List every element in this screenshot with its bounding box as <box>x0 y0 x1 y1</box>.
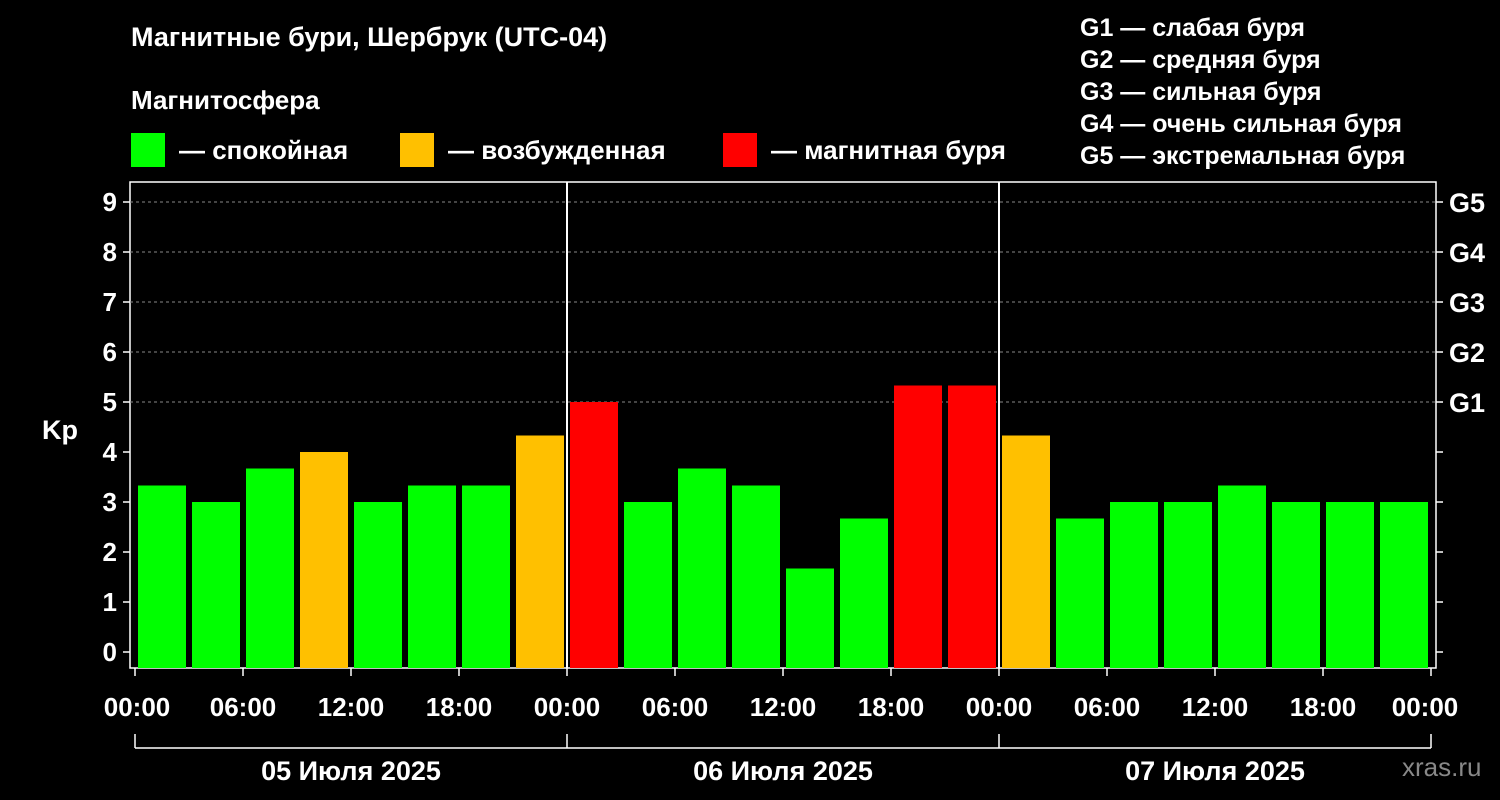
y-axis-label: Kp <box>42 415 78 445</box>
x-tick-label: 00:00 <box>104 692 171 722</box>
g-level-label: G3 <box>1449 288 1485 318</box>
y-tick-label: 1 <box>103 587 117 617</box>
x-tick-label: 12:00 <box>318 692 385 722</box>
y-tick-label: 9 <box>103 187 117 217</box>
x-tick-label: 18:00 <box>426 692 493 722</box>
g-level-label: G1 <box>1449 388 1485 418</box>
kp-bar <box>1110 502 1158 668</box>
day-label: 06 Июля 2025 <box>693 756 873 786</box>
kp-bar <box>1380 502 1428 668</box>
kp-bar <box>516 435 564 668</box>
kp-bar <box>1218 485 1266 668</box>
x-tick-label: 00:00 <box>534 692 601 722</box>
kp-bar <box>570 402 618 668</box>
y-tick-label: 3 <box>103 487 117 517</box>
kp-bar <box>1164 502 1212 668</box>
kp-bar <box>192 502 240 668</box>
kp-bar <box>624 502 672 668</box>
day-label: 05 Июля 2025 <box>261 756 441 786</box>
g-level-label: G5 <box>1449 188 1485 218</box>
kp-bar <box>1056 518 1104 668</box>
x-tick-label: 06:00 <box>210 692 277 722</box>
kp-bar <box>894 385 942 668</box>
kp-bar <box>1326 502 1374 668</box>
x-tick-label: 00:00 <box>1392 692 1459 722</box>
day-label: 07 Июля 2025 <box>1125 756 1305 786</box>
kp-bar <box>408 485 456 668</box>
kp-bar <box>138 485 186 668</box>
y-tick-label: 4 <box>103 437 118 467</box>
x-tick-label: 12:00 <box>1182 692 1249 722</box>
kp-bar <box>300 452 348 668</box>
kp-bar <box>948 385 996 668</box>
kp-bar-chart: 0 1 2 3 4 5 6 7 8 9 G1 G2 G3 G4 G5 Kp 00:00 06:00 12:00 18:… <box>42 181 1485 786</box>
y-tick-label: 2 <box>103 537 117 567</box>
x-tick-label: 12:00 <box>750 692 817 722</box>
kp-bar <box>786 568 834 668</box>
x-tick-label: 06:00 <box>1074 692 1141 722</box>
y-tick-label: 5 <box>103 387 117 417</box>
x-tick-label: 00:00 <box>966 692 1033 722</box>
kp-bar <box>246 468 294 668</box>
y-tick-label: 0 <box>103 637 117 667</box>
x-tick-label: 18:00 <box>858 692 925 722</box>
y-tick-label: 7 <box>103 287 117 317</box>
kp-bar <box>678 468 726 668</box>
kp-bar <box>1002 435 1050 668</box>
g-level-label: G2 <box>1449 338 1485 368</box>
x-tick-label: 06:00 <box>642 692 709 722</box>
x-tick-label: 18:00 <box>1290 692 1357 722</box>
kp-bar <box>462 485 510 668</box>
y-tick-label: 8 <box>103 237 117 267</box>
g-level-label: G4 <box>1449 238 1485 268</box>
kp-bar <box>354 502 402 668</box>
kp-bar <box>732 485 780 668</box>
kp-bar <box>1272 502 1320 668</box>
kp-bar <box>840 518 888 668</box>
watermark: xras.ru <box>1402 752 1482 782</box>
y-tick-label: 6 <box>103 337 117 367</box>
